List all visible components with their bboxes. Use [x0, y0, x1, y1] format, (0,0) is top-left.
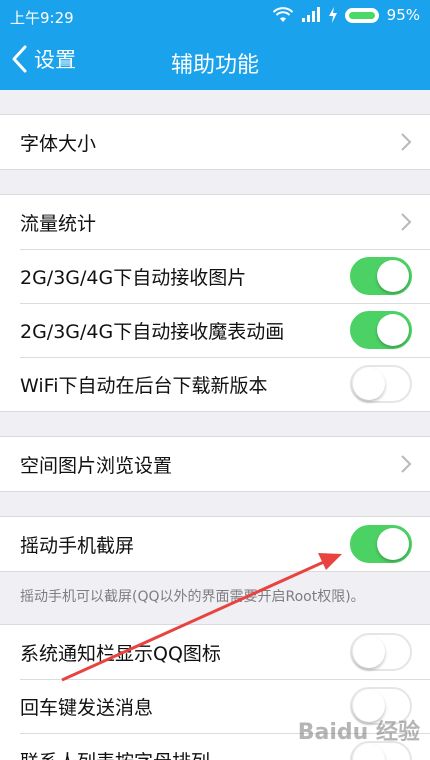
row-label: 字体大小	[20, 132, 97, 155]
row-label: 2G/3G/4G下自动接收图片	[20, 266, 247, 289]
row-label: 2G/3G/4G下自动接收魔表动画	[20, 320, 285, 343]
nav-bar: 设置 辅助功能	[0, 32, 430, 90]
row-label: 系统通知栏显示QQ图标	[20, 642, 221, 665]
wifi-icon	[272, 7, 293, 22]
row-label: 摇动手机截屏	[20, 534, 135, 557]
row-auto-receive-animations: 2G/3G/4G下自动接收魔表动画	[0, 303, 430, 357]
row-shake-screenshot: 摇动手机截屏	[0, 517, 430, 571]
row-traffic-stats[interactable]: 流量统计	[0, 195, 430, 249]
battery-percent: 95%	[386, 6, 420, 24]
page-title: 辅助功能	[170, 53, 259, 78]
settings-group: 流量统计 2G/3G/4G下自动接收图片 2G/3G/4G下自动接收魔表动画 W…	[0, 194, 430, 412]
row-label: WiFi下自动在后台下载新版本	[20, 374, 268, 397]
notification-qq-icon-toggle[interactable]	[350, 633, 412, 671]
charging-icon	[328, 7, 337, 23]
status-icons: 95%	[272, 6, 420, 24]
shake-screenshot-note: 摇动手机可以截屏(QQ以外的界面需要开启Root权限)。	[20, 589, 365, 605]
row-space-image-browsing[interactable]: 空间图片浏览设置	[0, 437, 430, 491]
settings-group: 空间图片浏览设置	[0, 436, 430, 492]
row-label: 流量统计	[20, 212, 97, 235]
row-wifi-auto-download: WiFi下自动在后台下载新版本	[0, 357, 430, 411]
signal-icon	[301, 7, 320, 22]
row-auto-receive-images: 2G/3G/4G下自动接收图片	[0, 249, 430, 303]
chevron-right-icon	[401, 455, 412, 473]
auto-receive-animations-toggle[interactable]	[350, 311, 412, 349]
chevron-right-icon	[401, 213, 412, 231]
row-font-size[interactable]: 字体大小	[0, 115, 430, 169]
row-notification-qq-icon: 系统通知栏显示QQ图标	[0, 625, 430, 679]
row-label: 联系人列表按字母排列	[20, 747, 210, 760]
wifi-auto-download-toggle[interactable]	[350, 365, 412, 403]
shake-screenshot-toggle[interactable]	[350, 525, 412, 563]
settings-group: 字体大小	[0, 114, 430, 170]
row-label: 空间图片浏览设置	[20, 454, 173, 477]
auto-receive-images-toggle[interactable]	[350, 257, 412, 295]
watermark: Baidu 经验	[297, 720, 420, 745]
chevron-right-icon	[401, 133, 412, 151]
battery-icon	[344, 7, 379, 23]
status-time: 上午9:29	[10, 9, 74, 27]
settings-list: 字体大小 流量统计 2G/3G/4G下自动接收图片 2G/3G/4G下自动接收魔…	[0, 90, 430, 760]
settings-group: 摇动手机截屏	[0, 516, 430, 572]
row-label: 回车键发送消息	[20, 696, 154, 719]
status-bar: 上午9:29 95%	[0, 0, 430, 32]
